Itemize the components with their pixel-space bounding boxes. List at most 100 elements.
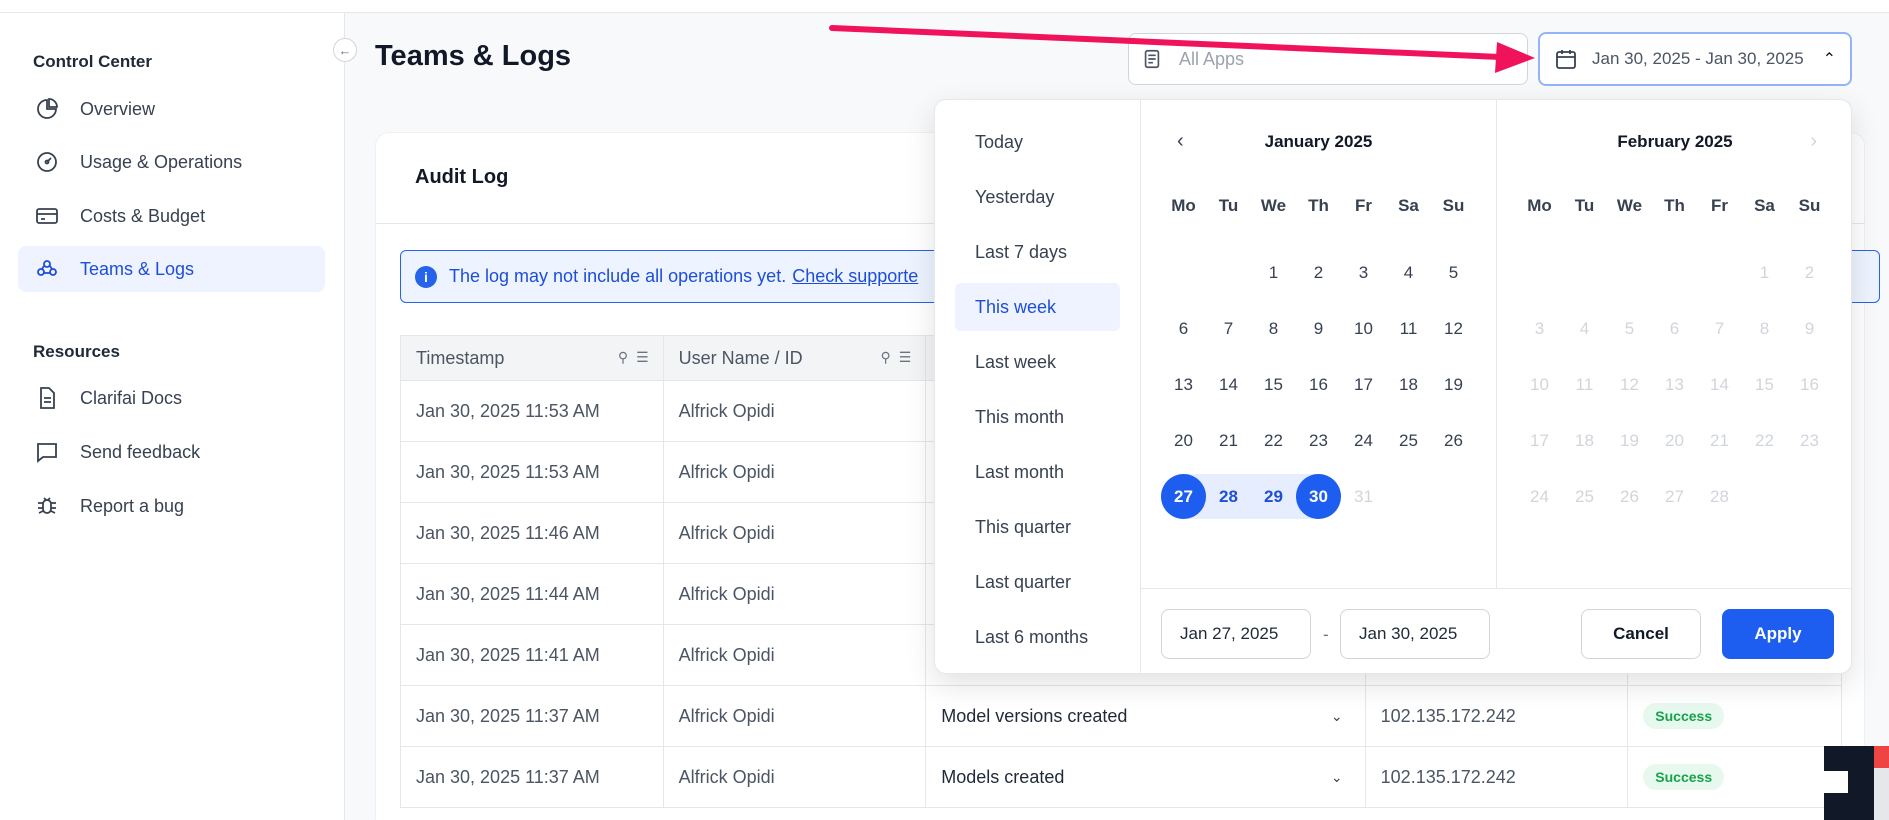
- calendar-day[interactable]: 8: [1742, 306, 1787, 351]
- calendar-day[interactable]: 17: [1517, 418, 1562, 463]
- sidebar-item-teams-logs[interactable]: Teams & Logs: [18, 246, 325, 292]
- sidebar-item-feedback[interactable]: Send feedback: [18, 429, 325, 475]
- calendar-day[interactable]: 5: [1431, 250, 1476, 295]
- sidebar-item-docs[interactable]: Clarifai Docs: [18, 375, 325, 421]
- calendar-day[interactable]: 8: [1251, 306, 1296, 351]
- calendar-day[interactable]: 11: [1386, 306, 1431, 351]
- calendar-day[interactable]: 26: [1607, 474, 1652, 519]
- calendar-day[interactable]: 7: [1697, 306, 1742, 351]
- calendar-day[interactable]: 25: [1386, 418, 1431, 463]
- calendar-day[interactable]: 14: [1697, 362, 1742, 407]
- calendar-day[interactable]: 2: [1787, 250, 1832, 295]
- preset-option[interactable]: Yesterday: [955, 173, 1120, 221]
- cancel-button[interactable]: Cancel: [1581, 609, 1701, 659]
- calendar-day[interactable]: 4: [1562, 306, 1607, 351]
- filter-icon[interactable]: ☰: [899, 349, 912, 366]
- calendar-day[interactable]: 3: [1341, 250, 1386, 295]
- calendar-day[interactable]: 20: [1161, 418, 1206, 463]
- calendar-day[interactable]: 17: [1341, 362, 1386, 407]
- calendar-day[interactable]: 7: [1206, 306, 1251, 351]
- calendar-day[interactable]: 16: [1296, 362, 1341, 407]
- calendar-day[interactable]: 18: [1562, 418, 1607, 463]
- calendar-day[interactable]: 12: [1607, 362, 1652, 407]
- calendar-day[interactable]: 10: [1517, 362, 1562, 407]
- start-date-field[interactable]: Jan 27, 2025: [1161, 609, 1311, 659]
- apply-button[interactable]: Apply: [1722, 609, 1834, 659]
- preset-option[interactable]: Last 7 days: [955, 228, 1120, 276]
- calendar-day[interactable]: 31: [1341, 474, 1386, 519]
- date-range-picker[interactable]: Jan 30, 2025 - Jan 30, 2025 ⌃: [1538, 32, 1852, 86]
- calendar-day[interactable]: 25: [1562, 474, 1607, 519]
- calendar-day[interactable]: 19: [1607, 418, 1652, 463]
- calendar-day[interactable]: 16: [1787, 362, 1832, 407]
- calendar-day[interactable]: 1: [1251, 250, 1296, 295]
- calendar-day[interactable]: 14: [1206, 362, 1251, 407]
- calendar-day[interactable]: 15: [1742, 362, 1787, 407]
- calendar-day[interactable]: 20: [1652, 418, 1697, 463]
- collapse-sidebar-button[interactable]: ←: [333, 38, 357, 62]
- calendar-day[interactable]: 28: [1697, 474, 1742, 519]
- calendar-day[interactable]: 18: [1386, 362, 1431, 407]
- apps-select[interactable]: All Apps: [1128, 33, 1528, 85]
- calendar-day[interactable]: 23: [1296, 418, 1341, 463]
- sidebar-item-report-bug[interactable]: Report a bug: [18, 483, 325, 529]
- preset-option[interactable]: Last 6 months: [955, 613, 1120, 661]
- calendar-day[interactable]: 22: [1251, 418, 1296, 463]
- chevron-up-icon: ⌃: [1822, 51, 1836, 68]
- calendar-day[interactable]: 2: [1296, 250, 1341, 295]
- search-icon[interactable]: ⚲: [618, 349, 628, 366]
- calendar-day[interactable]: 11: [1562, 362, 1607, 407]
- user-cell: Alfrick Opidi: [664, 686, 927, 746]
- calendar-day[interactable]: 28: [1206, 474, 1251, 519]
- timestamp-cell: Jan 30, 2025 11:53 AM: [401, 442, 664, 502]
- chevron-down-icon[interactable]: ⌄: [1331, 769, 1343, 786]
- calendar-day[interactable]: 6: [1652, 306, 1697, 351]
- preset-option[interactable]: This month: [955, 393, 1120, 441]
- sidebar: Control Center Overview Usage & Operatio…: [0, 13, 345, 820]
- preset-option[interactable]: Last month: [955, 448, 1120, 496]
- calendar-day[interactable]: 19: [1431, 362, 1476, 407]
- calendar-day[interactable]: 29: [1251, 474, 1296, 519]
- calendar-day[interactable]: 21: [1697, 418, 1742, 463]
- calendar-day[interactable]: 3: [1517, 306, 1562, 351]
- calendar-day[interactable]: 13: [1161, 362, 1206, 407]
- table-row[interactable]: Jan 30, 2025 11:37 AM Alfrick Opidi Model …: [401, 686, 1841, 747]
- search-icon[interactable]: ⚲: [880, 349, 890, 366]
- calendar-day[interactable]: 26: [1431, 418, 1476, 463]
- preset-option[interactable]: This quarter: [955, 503, 1120, 551]
- check-supported-link[interactable]: Check supporte: [792, 266, 918, 287]
- calendar-day[interactable]: 21: [1206, 418, 1251, 463]
- calendar-day[interactable]: 13: [1652, 362, 1697, 407]
- calendar-day[interactable]: 24: [1517, 474, 1562, 519]
- calendar-day[interactable]: 9: [1296, 306, 1341, 351]
- calendar-day[interactable]: 10: [1341, 306, 1386, 351]
- preset-option[interactable]: This week: [955, 283, 1120, 331]
- calendar-day[interactable]: 23: [1787, 418, 1832, 463]
- sidebar-item-costs[interactable]: Costs & Budget: [18, 193, 325, 239]
- sidebar-item-label: Report a bug: [80, 495, 185, 516]
- preset-option[interactable]: Today: [955, 118, 1120, 166]
- chevron-down-icon[interactable]: ⌄: [1331, 708, 1343, 725]
- calendar-day[interactable]: 15: [1251, 362, 1296, 407]
- calendar-day[interactable]: 9: [1787, 306, 1832, 351]
- weekday-label: Mo: [1171, 196, 1196, 215]
- sidebar-item-overview[interactable]: Overview: [18, 86, 325, 132]
- calendar-day[interactable]: 1: [1742, 250, 1787, 295]
- sidebar-item-usage[interactable]: Usage & Operations: [18, 139, 325, 185]
- calendar-day[interactable]: 6: [1161, 306, 1206, 351]
- date-range-value: Jan 30, 2025 - Jan 30, 2025: [1592, 49, 1804, 68]
- preset-option[interactable]: Last quarter: [955, 558, 1120, 606]
- calendar-day[interactable]: 24: [1341, 418, 1386, 463]
- table-row[interactable]: Jan 30, 2025 11:37 AM Alfrick Opidi Models…: [401, 747, 1841, 808]
- weekday-label: We: [1616, 196, 1643, 215]
- preset-option[interactable]: Last week: [955, 338, 1120, 386]
- calendar-day[interactable]: 27: [1161, 474, 1206, 519]
- calendar-day[interactable]: 5: [1607, 306, 1652, 351]
- calendar-day[interactable]: 27: [1652, 474, 1697, 519]
- calendar-day[interactable]: 4: [1386, 250, 1431, 295]
- calendar-day[interactable]: 12: [1431, 306, 1476, 351]
- end-date-field[interactable]: Jan 30, 2025: [1340, 609, 1490, 659]
- filter-icon[interactable]: ☰: [636, 349, 649, 366]
- calendar-day[interactable]: 30: [1296, 474, 1341, 519]
- calendar-day[interactable]: 22: [1742, 418, 1787, 463]
